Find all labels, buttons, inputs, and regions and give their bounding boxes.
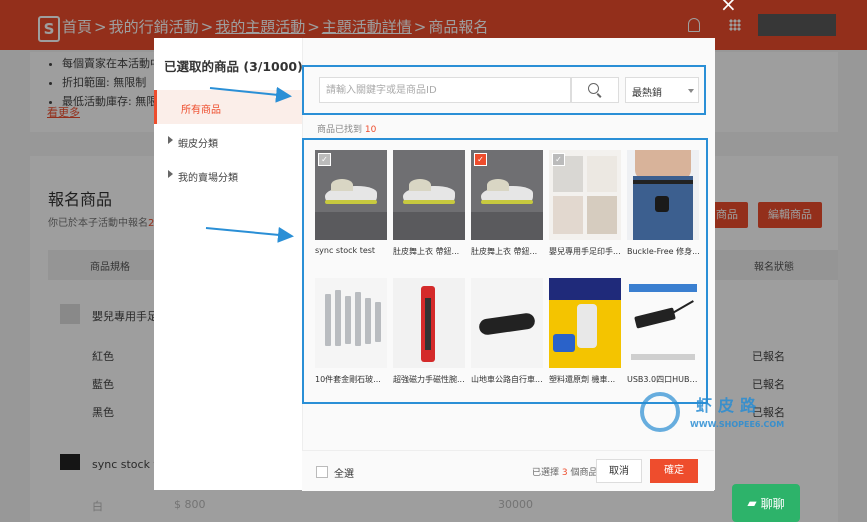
chat-bubble-icon: ▰ [747,496,757,510]
watermark-logo: 虾皮路 WWW.SHOPEE6.COM [640,390,784,434]
checkbox-icon[interactable]: ✓ [318,153,331,166]
annotation-arrow [205,226,294,243]
watermark-url: WWW.SHOPEE6.COM [690,420,785,429]
checkbox-icon[interactable]: ✓ [552,153,565,166]
watermark-emblem-icon [640,392,680,432]
chat-label: 聊聊 [760,496,785,511]
annotation-arrow [209,86,292,103]
watermark-title: 虾皮路 [696,396,763,415]
checkbox-checked-icon[interactable]: ✓ [474,153,487,166]
annotation-arrows [205,86,294,243]
chat-button[interactable]: ▰ 聊聊 [732,484,800,522]
